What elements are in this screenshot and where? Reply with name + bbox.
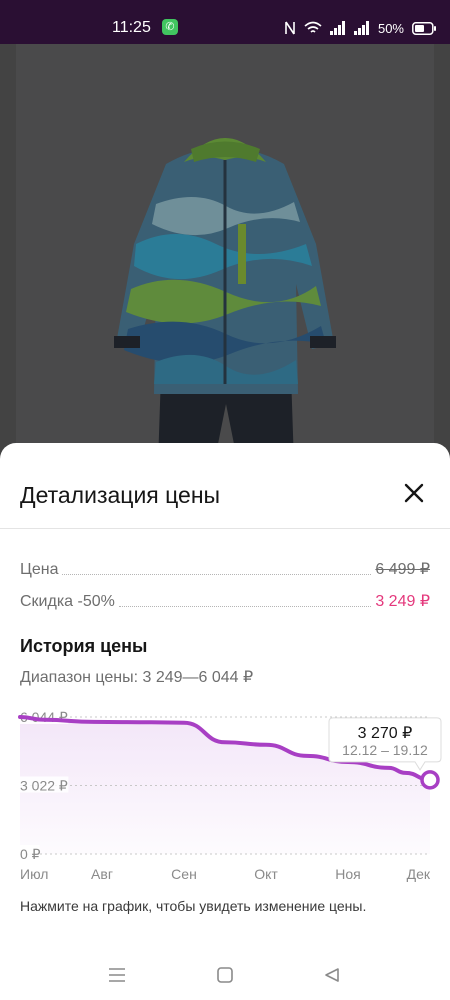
chart-svg[interactable]: 6 044 ₽3 022 ₽0 ₽Июл Авг Сен Окт Ноя Дек3 270… xyxy=(0,705,450,895)
dotted-leader xyxy=(118,606,372,607)
x-tick-label: Сен xyxy=(171,866,197,882)
close-icon xyxy=(404,483,424,503)
back-triangle-icon xyxy=(325,968,339,982)
battery-icon xyxy=(412,21,436,35)
status-bar: 11:25 ✆ 50% xyxy=(0,0,450,44)
price-row: Цена 6 499 ₽ xyxy=(20,557,430,579)
discount-row: Скидка -50% 3 249 ₽ xyxy=(20,589,430,611)
x-tick-label: Окт xyxy=(254,866,278,882)
home-square-icon xyxy=(217,967,233,983)
menu-button[interactable] xyxy=(104,962,130,988)
y-tick-label: 0 ₽ xyxy=(20,846,41,862)
menu-icon xyxy=(109,968,125,982)
x-tick-label: Июл xyxy=(20,866,48,882)
discounted-price: 3 249 ₽ xyxy=(375,593,430,610)
x-tick-label: Авг xyxy=(91,866,113,882)
status-time: 11:25 xyxy=(112,19,151,36)
price-range: Диапазон цены: 3 249—6 044 ₽ xyxy=(20,669,254,686)
signal-icon xyxy=(353,21,369,35)
nfc-icon xyxy=(285,21,295,35)
price-history-chart[interactable]: 6 044 ₽3 022 ₽0 ₽ Июл Авг Сен Окт Ноя Дек 3 270… xyxy=(0,705,450,895)
product-image-area xyxy=(0,44,450,464)
system-nav-bar xyxy=(0,950,450,1000)
sheet-title: Детализация цены xyxy=(20,482,221,508)
battery-percent: 50% xyxy=(377,20,404,36)
close-button[interactable] xyxy=(397,476,431,510)
x-tick-label: Дек xyxy=(407,866,431,882)
y-tick-label: 3 022 ₽ xyxy=(20,778,68,794)
status-icons: 50% xyxy=(284,18,436,38)
price-details-sheet: Детализация цены Цена 6 499 ₽ Скидка -50… xyxy=(0,443,450,1000)
product-photo[interactable] xyxy=(16,44,434,464)
dotted-leader xyxy=(62,574,372,575)
x-tick-label: Ноя xyxy=(335,866,360,882)
wifi-icon xyxy=(304,21,322,33)
price-label: Цена xyxy=(20,561,59,578)
selected-point-marker xyxy=(420,770,440,790)
jumpsuit-illustration xyxy=(114,138,336,464)
chart-hint: Нажмите на график, чтобы увидеть изменен… xyxy=(20,898,367,914)
tooltip-date-range: 12.12 – 19.12 xyxy=(342,742,428,758)
tooltip-price: 3 270 ₽ xyxy=(358,725,413,742)
signal-icon xyxy=(329,21,345,35)
back-button[interactable] xyxy=(319,962,345,988)
divider xyxy=(0,528,450,529)
discount-label: Скидка -50% xyxy=(20,593,115,610)
original-price: 6 499 ₽ xyxy=(375,561,430,578)
price-history-title: История цены xyxy=(20,636,148,656)
phone-call-icon: ✆ xyxy=(162,19,178,35)
home-button[interactable] xyxy=(212,962,238,988)
